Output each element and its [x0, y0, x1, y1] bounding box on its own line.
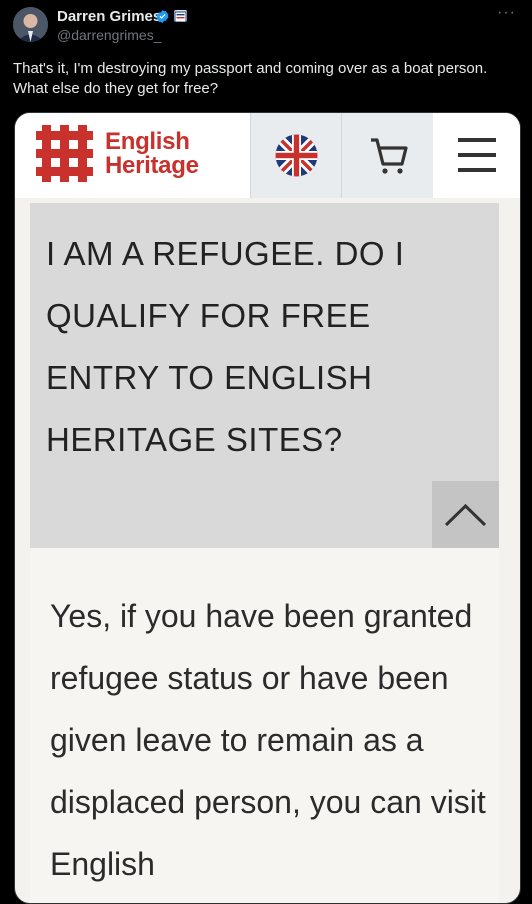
chevron-up-icon	[444, 503, 487, 527]
faq-question-text: I AM A REFUGEE. DO I QUALIFY FOR FREE EN…	[46, 235, 405, 458]
logo-line-1: English	[105, 128, 190, 155]
collapse-toggle[interactable]	[432, 481, 499, 548]
avatar[interactable]	[13, 7, 48, 42]
menu-button[interactable]	[433, 113, 520, 198]
site-header: English Heritage	[15, 113, 520, 198]
more-options-icon[interactable]: ···	[497, 4, 516, 22]
cart-icon	[371, 138, 408, 174]
verified-badge-icon	[156, 9, 169, 24]
faq-answer: Yes, if you have been granted refugee st…	[30, 548, 499, 903]
cart-button[interactable]	[341, 113, 434, 198]
menu-icon	[458, 138, 496, 172]
author-handle[interactable]: @darrengrimes_	[57, 27, 161, 43]
faq-question[interactable]: I AM A REFUGEE. DO I QUALIFY FOR FREE EN…	[30, 203, 499, 548]
affiliation-badge-icon[interactable]	[174, 10, 187, 22]
english-heritage-logo-icon	[36, 125, 93, 182]
logo-line-2: Heritage	[105, 152, 199, 179]
tweet-text: That's it, I'm destroying my passport an…	[13, 60, 488, 97]
language-button[interactable]	[250, 113, 342, 198]
faq-answer-text: Yes, if you have been granted refugee st…	[50, 598, 486, 882]
tweet-image[interactable]: English Heritage I AM A REFUGEE. DO I QU…	[14, 112, 521, 904]
author-name[interactable]: Darren Grimes	[57, 8, 161, 25]
logo-text[interactable]: English Heritage	[105, 130, 199, 178]
uk-flag-icon	[275, 134, 318, 177]
